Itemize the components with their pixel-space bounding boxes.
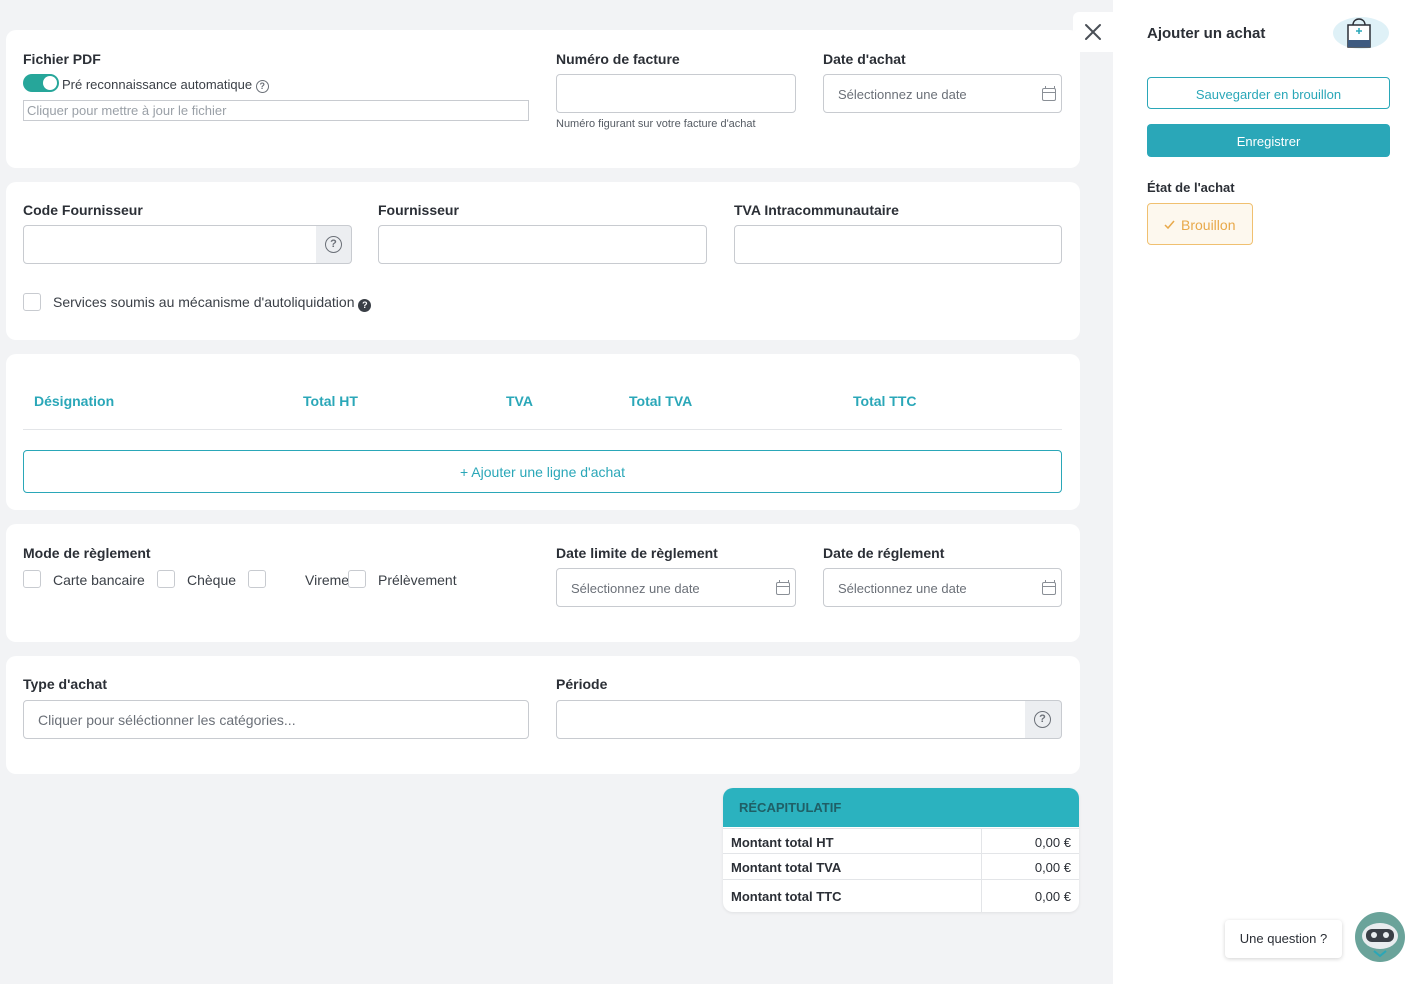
purchase-date-placeholder: Sélectionnez une date — [838, 87, 967, 102]
col-total-ttc: Total TTC — [853, 393, 917, 409]
shopping-bag-icon — [1333, 17, 1389, 49]
invoice-number-label: Numéro de facture — [556, 51, 680, 67]
save-button[interactable]: Enregistrer — [1147, 124, 1390, 157]
payment-date-placeholder: Sélectionnez une date — [838, 581, 967, 596]
auto-recognition-label: Pré reconnaissance automatique ? — [62, 77, 269, 93]
purchase-type-label: Type d'achat — [23, 676, 107, 692]
calendar-icon[interactable] — [776, 580, 790, 595]
payment-deadline-placeholder: Sélectionnez une date — [571, 581, 700, 596]
purchase-type-placeholder: Cliquer pour séléctionner les catégories… — [38, 712, 296, 728]
save-label: Enregistrer — [1236, 134, 1301, 149]
period-label: Période — [556, 676, 608, 692]
pdf-label: Fichier PDF — [23, 51, 101, 67]
payment-card-checkbox[interactable] — [23, 570, 41, 588]
purchase-state-label: État de l'achat — [1147, 180, 1235, 195]
help-icon: ? — [1034, 711, 1051, 728]
recap-key: Montant total HT — [731, 835, 834, 850]
recap-key: Montant total TTC — [731, 889, 842, 904]
reverse-charge-checkbox[interactable] — [23, 293, 41, 311]
payment-transfer-checkbox[interactable] — [248, 570, 266, 588]
table-row: Montant total HT 0,00 € — [723, 828, 1079, 853]
payment-deadline-label: Date limite de règlement — [556, 545, 718, 561]
card-supplier: Code Fournisseur ? Fournisseur TVA Intra… — [6, 182, 1080, 340]
card-purchase-lines: Désignation Total HT TVA Total TVA Total… — [6, 354, 1080, 510]
status-badge: Brouillon — [1147, 203, 1253, 245]
status-badge-label: Brouillon — [1181, 217, 1236, 233]
recap-title: RÉCAPITULATIF — [723, 788, 1079, 827]
check-icon — [1164, 220, 1175, 230]
purchase-date-input[interactable]: Sélectionnez une date — [823, 74, 1062, 113]
help-icon[interactable]: ? — [255, 80, 269, 93]
col-tva: TVA — [506, 393, 533, 409]
column-divider — [981, 880, 982, 912]
help-icon[interactable]: ? — [358, 299, 372, 312]
payment-cheque-label: Chèque — [187, 572, 237, 588]
col-total-ht: Total HT — [303, 393, 358, 409]
help-icon: ? — [325, 236, 342, 253]
invoice-number-input[interactable] — [556, 74, 796, 113]
column-divider — [981, 829, 982, 853]
recap-value: 0,00 € — [1034, 889, 1071, 904]
payment-date-label: Date de réglement — [823, 545, 945, 561]
robot-avatar-icon[interactable] — [1354, 911, 1406, 963]
payment-card-label: Carte bancaire — [53, 572, 145, 588]
payment-mode-label: Mode de règlement — [23, 545, 151, 561]
supplier-code-label: Code Fournisseur — [23, 202, 143, 218]
supplier-name-label: Fournisseur — [378, 202, 459, 218]
save-draft-button[interactable]: Sauvegarder en brouillon — [1147, 77, 1390, 109]
col-total-tva: Total TVA — [629, 393, 693, 409]
reverse-charge-label: Services soumis au mécanisme d'autoliqui… — [53, 294, 372, 312]
recap-key: Montant total TVA — [731, 860, 842, 875]
question-label: Une question ? — [1239, 931, 1328, 946]
purchase-type-input[interactable]: Cliquer pour séléctionner les catégories… — [23, 700, 529, 739]
side-panel: Ajouter un achat Sauvegarder en brouillo… — [1113, 0, 1423, 984]
vat-number-input[interactable] — [734, 225, 1062, 264]
payment-direct-debit-checkbox[interactable] — [348, 570, 366, 588]
main-form-area: Fichier PDF Pré reconnaissance automatiq… — [0, 0, 1113, 984]
period-help-button[interactable]: ? — [1025, 700, 1062, 739]
purchase-date-label: Date d'achat — [823, 51, 906, 67]
pdf-file-input[interactable]: Cliquer pour mettre à jour le fichier — [23, 100, 529, 121]
auto-recognition-toggle[interactable] — [23, 74, 59, 92]
close-icon — [1085, 24, 1101, 40]
side-title: Ajouter un achat — [1147, 25, 1266, 42]
vat-number-label: TVA Intracommunautaire — [734, 202, 899, 218]
payment-date-input[interactable]: Sélectionnez une date — [823, 568, 1062, 607]
close-button[interactable] — [1073, 12, 1113, 52]
add-purchase-line-button[interactable]: + Ajouter une ligne d'achat — [23, 450, 1062, 493]
pdf-file-placeholder: Cliquer pour mettre à jour le fichier — [27, 103, 227, 118]
supplier-name-input[interactable] — [378, 225, 707, 264]
col-designation: Désignation — [34, 393, 115, 409]
add-purchase-line-label: + Ajouter une ligne d'achat — [460, 464, 625, 480]
card-invoice: Fichier PDF Pré reconnaissance automatiq… — [6, 30, 1080, 168]
calendar-icon[interactable] — [1042, 580, 1056, 595]
payment-direct-debit-label: Prélèvement — [378, 572, 457, 588]
supplier-code-input[interactable] — [23, 225, 317, 264]
save-draft-label: Sauvegarder en brouillon — [1195, 87, 1342, 102]
calendar-icon[interactable] — [1042, 86, 1056, 101]
recap-value: 0,00 € — [1034, 835, 1071, 850]
column-divider — [981, 854, 982, 879]
table-row: Montant total TVA 0,00 € — [723, 853, 1079, 879]
invoice-number-help: Numéro figurant sur votre facture d'acha… — [556, 118, 756, 130]
payment-cheque-checkbox[interactable] — [157, 570, 175, 588]
payment-deadline-input[interactable]: Sélectionnez une date — [556, 568, 796, 607]
card-category: Type d'achat Cliquer pour séléctionner l… — [6, 656, 1080, 774]
table-divider — [23, 429, 1062, 430]
card-payment: Mode de règlement Carte bancaire Chèque … — [6, 524, 1080, 642]
supplier-code-help-button[interactable]: ? — [316, 225, 352, 264]
period-input[interactable] — [556, 700, 1026, 739]
recap-table: RÉCAPITULATIF Montant total HT 0,00 € Mo… — [723, 788, 1079, 912]
question-button[interactable]: Une question ? — [1225, 920, 1342, 958]
table-row: Montant total TTC 0,00 € — [723, 879, 1079, 912]
recap-value: 0,00 € — [1034, 860, 1071, 875]
